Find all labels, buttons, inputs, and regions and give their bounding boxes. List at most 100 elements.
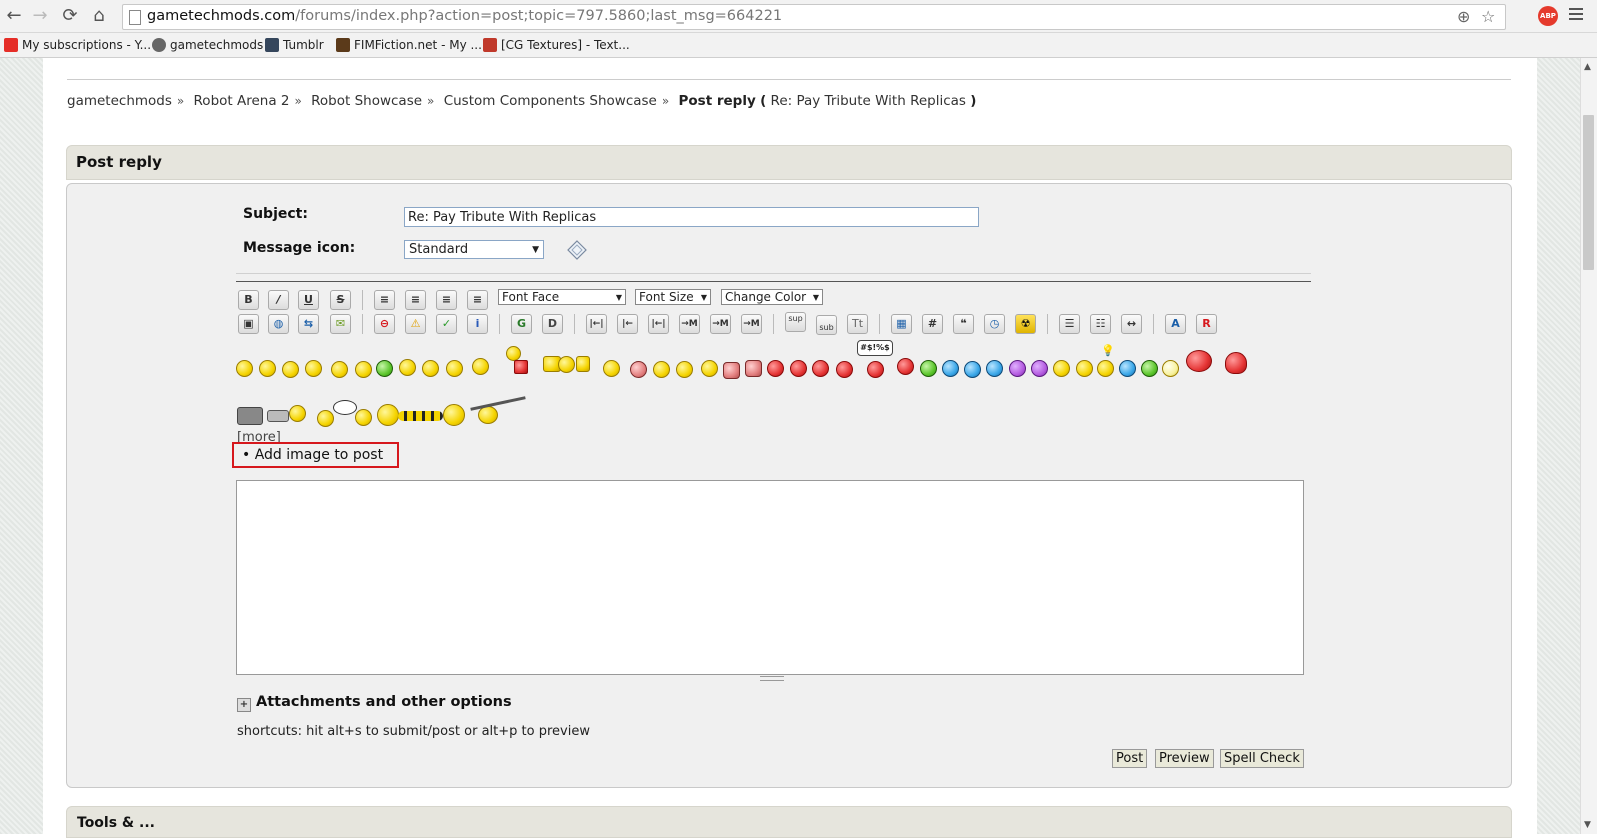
bulleted-list-button[interactable]: ☰ <box>1059 314 1080 334</box>
post-button[interactable]: Post <box>1112 749 1148 768</box>
smiley-icon[interactable] <box>723 362 740 379</box>
preview-button[interactable]: Preview <box>1155 749 1214 768</box>
stop-button[interactable]: ⊖ <box>374 314 395 334</box>
resize-grip-icon[interactable] <box>760 676 784 681</box>
marquee-button[interactable]: |←| <box>648 314 669 334</box>
spoiler-button[interactable]: ◷ <box>984 314 1005 334</box>
smiley-icon[interactable] <box>282 361 299 378</box>
indent-button[interactable]: |←| <box>586 314 607 334</box>
smiley-icon[interactable] <box>630 361 647 378</box>
smiley-icon[interactable] <box>653 361 670 378</box>
flash-button[interactable]: ▣ <box>238 314 259 334</box>
subject-input[interactable]: Re: Pay Tribute With Replicas <box>404 207 979 227</box>
underline-button[interactable]: U <box>298 290 319 310</box>
email-button[interactable]: ✉ <box>330 314 351 334</box>
reload-icon[interactable]: ⟳ <box>60 6 80 26</box>
align-center-button[interactable]: ≡ <box>436 290 457 310</box>
change-color-select[interactable]: Change Color ▼ <box>721 289 823 305</box>
arrow-icon[interactable] <box>1141 360 1158 377</box>
smiley-icon[interactable] <box>920 360 937 377</box>
smiley-icon[interactable] <box>676 361 693 378</box>
font-face-select[interactable]: Font Face ▼ <box>498 289 626 305</box>
zoom-icon[interactable]: ⊕ <box>1457 7 1470 26</box>
idea-smiley-icon[interactable] <box>1097 360 1114 377</box>
dictionary-button[interactable]: D <box>542 314 563 334</box>
bookmark-cgtextures[interactable]: [CG Textures] - Text... <box>483 36 630 54</box>
swearing-smiley-icon[interactable] <box>867 361 884 378</box>
sniper-icon[interactable] <box>237 407 263 425</box>
smiley-icon[interactable] <box>1076 360 1093 377</box>
bookmark-star-icon[interactable]: ☆ <box>1481 7 1495 26</box>
quote-button[interactable]: ❝ <box>953 314 974 334</box>
ftp-link-button[interactable]: ⇆ <box>298 314 319 334</box>
success-button[interactable]: ✓ <box>436 314 457 334</box>
smiley-icon[interactable] <box>576 356 590 372</box>
align-left-button[interactable]: ≡ <box>374 290 395 310</box>
bookmark-tumblr[interactable]: Tumblr <box>265 36 324 54</box>
cool-smiley-icon[interactable] <box>443 404 465 426</box>
smiley-icon[interactable] <box>259 360 276 377</box>
breadcrumb-link[interactable]: Robot Arena 2 <box>194 93 290 109</box>
numbered-list-button[interactable]: ☷ <box>1090 314 1111 334</box>
smiley-icon[interactable] <box>506 346 521 361</box>
smiley-icon[interactable] <box>1009 360 1026 377</box>
smiley-icon[interactable] <box>355 409 372 426</box>
smiley-icon[interactable] <box>745 360 762 377</box>
heart-icon[interactable] <box>1225 352 1247 374</box>
smiley-icon[interactable] <box>422 360 439 377</box>
horizontal-rule-button[interactable]: ↔ <box>1121 314 1142 334</box>
italic-button[interactable]: / <box>268 290 289 310</box>
breadcrumb-link[interactable]: Custom Components Showcase <box>444 93 657 109</box>
smiley-icon[interactable] <box>767 360 784 377</box>
forward-icon[interactable]: → <box>30 6 50 26</box>
add-image-link[interactable]: • Add image to post <box>232 442 399 468</box>
smiley-icon[interactable] <box>986 360 1003 377</box>
smiley-icon[interactable] <box>701 360 718 377</box>
menu-icon[interactable] <box>1569 8 1583 23</box>
shadow-button[interactable]: →M <box>741 314 762 334</box>
scrollbar-thumb[interactable] <box>1583 115 1594 270</box>
smiley-icon[interactable] <box>964 361 981 378</box>
smiley-icon[interactable] <box>331 361 348 378</box>
strikethrough-button[interactable]: S <box>330 290 351 310</box>
nuke-button[interactable]: ☢ <box>1015 314 1036 334</box>
table-button[interactable]: ▦ <box>891 314 912 334</box>
smiley-icon[interactable] <box>446 360 463 377</box>
popcorn-icon[interactable] <box>514 360 528 374</box>
breadcrumb-link[interactable]: Robot Showcase <box>311 93 422 109</box>
smiley-icon[interactable] <box>812 360 829 377</box>
smiley-icon[interactable] <box>472 358 489 375</box>
smiley-icon[interactable] <box>478 406 498 424</box>
superscript-button[interactable]: sup <box>785 312 806 332</box>
bookmark-gametechmods[interactable]: gametechmods <box>152 36 263 54</box>
smiley-icon[interactable] <box>289 405 306 422</box>
home-icon[interactable]: ⌂ <box>89 6 109 26</box>
smiley-icon[interactable] <box>836 361 853 378</box>
attachments-toggle[interactable]: + Attachments and other options <box>237 694 512 712</box>
gun-icon[interactable] <box>267 410 289 422</box>
subscript-button[interactable]: sub <box>816 315 837 335</box>
smiley-icon[interactable] <box>305 360 322 377</box>
bookmark-fimfiction[interactable]: FIMFiction.net - My ... <box>336 36 482 54</box>
smiley-icon[interactable] <box>1053 360 1070 377</box>
back-icon[interactable]: ← <box>4 6 24 26</box>
outdent-button[interactable]: |← <box>617 314 638 334</box>
scroll-down-icon[interactable]: ▼ <box>1584 820 1591 830</box>
spell-check-button[interactable]: Spell Check <box>1220 749 1304 768</box>
cool-smiley-icon[interactable] <box>377 404 399 426</box>
smiley-icon[interactable] <box>236 360 253 377</box>
code-button[interactable]: # <box>922 314 943 334</box>
bookmark-youtube[interactable]: My subscriptions - Y... <box>4 36 151 54</box>
google-button[interactable]: G <box>511 314 532 334</box>
smiley-icon[interactable] <box>558 356 575 373</box>
move-right-button[interactable]: →M <box>679 314 700 334</box>
smiley-icon[interactable] <box>942 360 959 377</box>
move-left-button[interactable]: →M <box>710 314 731 334</box>
teletype-button[interactable]: Tt <box>847 314 868 334</box>
lightbulb-icon[interactable] <box>1162 360 1179 377</box>
message-icon-select[interactable]: Standard ▼ <box>404 240 544 259</box>
smiley-icon[interactable] <box>355 361 372 378</box>
adblock-icon[interactable]: ABP <box>1538 6 1558 26</box>
smiley-icon[interactable] <box>399 359 416 376</box>
question-icon[interactable] <box>1119 360 1136 377</box>
